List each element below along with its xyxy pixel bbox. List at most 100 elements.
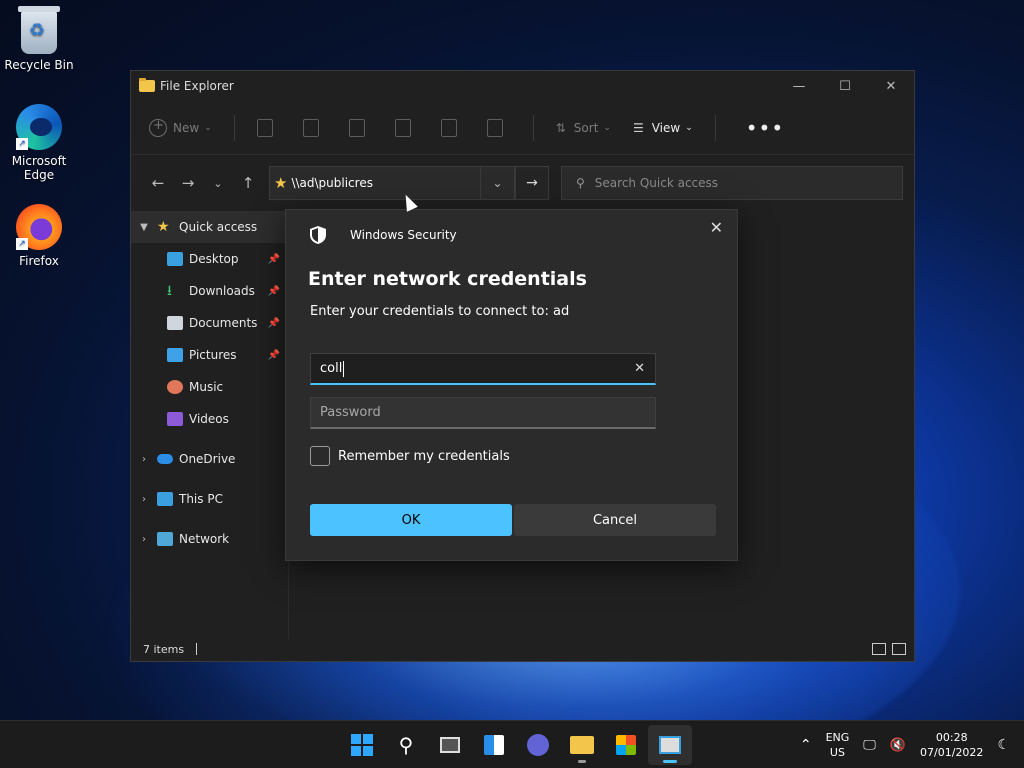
delete-icon[interactable]	[486, 118, 503, 137]
back-arrow-icon[interactable]: ←	[143, 174, 173, 192]
running-indicator	[578, 760, 586, 763]
pictures-icon	[167, 348, 183, 362]
pin-icon: 📌	[267, 253, 280, 265]
new-button[interactable]: New ⌄	[149, 118, 212, 137]
minimize-button[interactable]: —	[776, 71, 822, 101]
password-placeholder: Password	[320, 405, 381, 420]
go-arrow-icon[interactable]: →	[515, 166, 549, 200]
start-button[interactable]	[340, 725, 384, 765]
task-view-button[interactable]	[428, 725, 472, 765]
sidebar-item-desktop[interactable]: Desktop 📌	[131, 243, 288, 275]
credential-dialog-taskbar-button[interactable]	[648, 725, 692, 765]
dialog-subtitle: Enter your credentials to connect to: ad	[310, 304, 570, 319]
chevron-down-icon: ⌄	[204, 122, 212, 133]
cloud-icon	[157, 454, 173, 464]
search-taskbar-button[interactable]: ⚲	[384, 725, 428, 765]
sidebar-item-label: Pictures	[189, 348, 237, 362]
star-icon: ★	[157, 219, 170, 235]
username-field[interactable]: coll ✕	[310, 353, 656, 385]
chevron-right-icon[interactable]: ›	[131, 494, 157, 505]
folder-icon	[139, 78, 155, 92]
remember-credentials[interactable]: Remember my credentials	[310, 446, 510, 466]
chevron-down-icon: ⌄	[685, 122, 693, 133]
clock[interactable]: 00:28 07/01/2022	[920, 730, 983, 760]
network-status-icon[interactable]: 🖵	[863, 738, 876, 753]
document-icon	[167, 316, 183, 330]
search-placeholder: Search Quick access	[594, 176, 719, 190]
more-options-button[interactable]: •••	[746, 116, 784, 140]
firefox-icon: ↗	[16, 204, 62, 250]
desktop-icon-edge[interactable]: ↗ Microsoft Edge	[1, 104, 77, 182]
volume-muted-icon[interactable]: 🔇	[890, 738, 906, 753]
sidebar-item-label: Quick access	[179, 220, 258, 234]
cut-icon[interactable]	[256, 118, 273, 137]
maximize-button[interactable]: ☐	[822, 71, 868, 101]
close-icon[interactable]: ✕	[710, 218, 723, 237]
widgets-button[interactable]	[472, 725, 516, 765]
dialog-title: Enter network credentials	[308, 268, 587, 290]
title-bar[interactable]: File Explorer — ☐ ✕	[131, 71, 914, 101]
focus-assist-moon-icon[interactable]: ☾	[997, 737, 1010, 753]
teams-chat-button[interactable]	[516, 725, 560, 765]
address-dropdown-chevron-icon[interactable]: ⌄	[480, 167, 514, 199]
divider	[532, 114, 534, 141]
address-bar[interactable]: ★ \\ad\publicres ⌄	[269, 166, 515, 200]
view-button[interactable]: ☰ View ⌄	[633, 121, 693, 135]
sidebar-item-downloads[interactable]: ⭳ Downloads 📌	[131, 275, 288, 307]
store-icon	[616, 735, 636, 755]
sidebar-item-label: Desktop	[189, 252, 239, 266]
pin-icon: 📌	[267, 285, 280, 297]
remember-checkbox[interactable]	[310, 446, 330, 466]
large-icons-view-icon[interactable]	[892, 643, 906, 655]
desktop-icon-firefox[interactable]: ↗ Firefox	[1, 204, 77, 268]
desktop-icon-recycle-bin[interactable]: Recycle Bin	[1, 6, 77, 72]
star-icon: ★	[274, 174, 288, 192]
chevron-right-icon[interactable]: ›	[131, 534, 157, 545]
forward-arrow-icon[interactable]: →	[173, 174, 203, 192]
sort-button[interactable]: ⇅ Sort ⌄	[556, 121, 611, 135]
sort-icon: ⇅	[555, 120, 566, 135]
search-icon: ⚲	[398, 733, 414, 757]
chevron-down-icon[interactable]: ▼	[131, 222, 157, 233]
details-view-icon[interactable]	[872, 643, 886, 655]
rename-icon[interactable]	[394, 118, 411, 137]
share-icon[interactable]	[440, 118, 457, 137]
cancel-button[interactable]: Cancel	[514, 504, 716, 536]
store-button[interactable]	[604, 725, 648, 765]
up-arrow-icon[interactable]: ↑	[233, 174, 263, 192]
sidebar-item-this-pc[interactable]: › This PC	[131, 483, 288, 515]
paste-icon[interactable]	[348, 118, 365, 137]
dialog-app-name: Windows Security	[350, 228, 457, 242]
sidebar-item-onedrive[interactable]: › OneDrive	[131, 443, 288, 475]
sidebar-item-music[interactable]: Music	[131, 371, 288, 403]
chat-icon	[527, 734, 549, 756]
chevron-right-icon[interactable]: ›	[131, 454, 157, 465]
chevron-up-icon[interactable]: ⌃	[800, 737, 812, 753]
security-window-icon	[659, 736, 681, 754]
sidebar-item-documents[interactable]: Documents 📌	[131, 307, 288, 339]
sidebar-item-quick-access[interactable]: ▼ ★ Quick access	[131, 211, 288, 243]
desktop-icon-label: Firefox	[19, 254, 59, 268]
desktop-icon-label: Microsoft Edge	[11, 154, 67, 182]
sidebar-item-label: Music	[189, 380, 224, 394]
sidebar-item-label: Network	[179, 532, 230, 546]
file-explorer-taskbar-button[interactable]	[560, 725, 604, 765]
language-indicator[interactable]: ENG US	[826, 730, 850, 760]
copy-icon[interactable]	[302, 118, 319, 137]
navigation-pane: ▼ ★ Quick access Desktop 📌 ⭳ Downloads 📌…	[131, 211, 289, 639]
sidebar-item-pictures[interactable]: Pictures 📌	[131, 339, 288, 371]
close-button[interactable]: ✕	[868, 71, 914, 101]
videos-icon	[167, 412, 183, 426]
clear-icon[interactable]: ✕	[634, 361, 645, 376]
sidebar-item-network[interactable]: › Network	[131, 523, 288, 555]
pin-icon: 📌	[267, 317, 280, 329]
network-icon	[157, 532, 173, 546]
recent-locations-chevron-icon[interactable]: ⌄	[203, 177, 233, 190]
password-field[interactable]: Password	[310, 397, 656, 429]
edge-icon: ↗	[16, 104, 62, 150]
new-label: New	[173, 120, 200, 135]
sidebar-item-videos[interactable]: Videos	[131, 403, 288, 435]
ok-button[interactable]: OK	[310, 504, 512, 536]
sidebar-item-label: OneDrive	[179, 452, 236, 466]
search-box[interactable]: ⚲ Search Quick access	[561, 166, 903, 200]
